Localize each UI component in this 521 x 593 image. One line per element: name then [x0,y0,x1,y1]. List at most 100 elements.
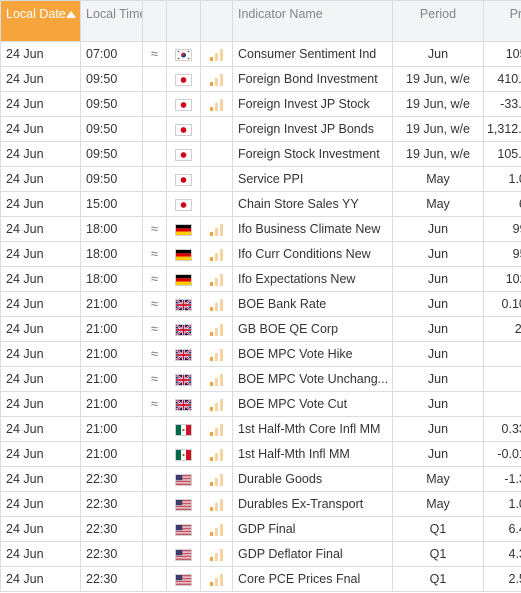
table-row[interactable]: 24 Jun21:00≈ BOE MPC Vote Unchang...Jun9 [0,366,521,392]
table-row[interactable]: 24 Jun 09:50 Foreign Stock Investment 19 Ju… [0,141,521,167]
volatility-icon [142,91,167,117]
column-header-indicator-name[interactable]: Indicator Name [232,0,393,42]
local-date-cell: 24 Jun [0,66,81,92]
importance-cell [200,141,233,167]
importance-cell [200,391,233,417]
volatility-icon: ≈ [142,266,167,292]
local-time-cell: 09:50 [80,91,143,117]
importance-cell [200,66,233,92]
period-cell: Jun [392,316,484,342]
indicator-name-cell[interactable]: Consumer Sentiment Ind [232,41,393,67]
importance-bars-icon [209,373,224,386]
period-cell: May [392,191,484,217]
period-cell: May [392,466,484,492]
table-row[interactable]: 24 Jun21:00≈ BOE Bank RateJun0.10% [0,291,521,317]
local-time-cell: 22:30 [80,466,143,492]
local-date-cell: 24 Jun [0,41,81,67]
indicator-name-cell[interactable]: Durables Ex-Transport [232,491,393,517]
indicator-name-cell[interactable]: Foreign Stock Investment [232,141,393,167]
indicator-name-cell[interactable]: GB BOE QE Corp [232,316,393,342]
indicator-name-cell[interactable]: 1st Half-Mth Infl MM [232,441,393,467]
table-row[interactable]: 24 Jun 09:50 Foreign Invest JP Bonds 19 Jun… [0,116,521,142]
indicator-name-cell[interactable]: Ifo Curr Conditions New [232,241,393,267]
table-row[interactable]: 24 Jun 09:50 Foreign Invest JP Stock 19 Jun… [0,91,521,117]
country-cell [166,491,201,517]
column-header-local-time[interactable]: Local Time [80,0,143,42]
table-header-row: Local Date Local Time Indicator Name Per… [0,0,521,42]
table-row[interactable]: 24 Jun 21:00 1st Half-Mth Core Infl MM Jun 0… [0,416,521,442]
local-time-cell: 18:00 [80,216,143,242]
table-row[interactable]: 24 Jun21:00 1st Half-Mth Infl MMJun-0.01% [0,441,521,467]
gb-flag-icon [175,373,192,386]
country-cell [166,516,201,542]
table-row[interactable]: 24 Jun21:00≈ BOE MPC Vote CutJun0 [0,391,521,417]
importance-bars-icon [209,548,224,561]
table-row[interactable]: 24 Jun09:50 Service PPIMay1.0% [0,166,521,192]
volatility-icon: ≈ [142,216,167,242]
indicator-name-cell[interactable]: Ifo Business Climate New [232,216,393,242]
de-flag-icon [175,223,192,236]
local-time-cell: 22:30 [80,491,143,517]
indicator-name-cell[interactable]: Foreign Invest JP Stock [232,91,393,117]
table-row[interactable]: 24 Jun21:00≈ GB BOE QE CorpJun20B [0,316,521,342]
indicator-name-cell[interactable]: Core PCE Prices Fnal [232,566,393,592]
indicator-name-cell[interactable]: BOE MPC Vote Unchang... [232,366,393,392]
prior-label: Prior [509,7,521,21]
table-row[interactable]: 24 Jun21:00≈ BOE MPC Vote HikeJun0 [0,341,521,367]
table-row[interactable]: 24 Jun22:30 Core PCE Prices FnalQ12.5% [0,566,521,592]
prior-cell: -1.3% [483,466,521,492]
local-date-label: Local Date [6,7,66,21]
indicator-name-cell[interactable]: BOE MPC Vote Hike [232,341,393,367]
table-row[interactable]: 24 Jun22:30 Durables Ex-TransportMay1.0% [0,491,521,517]
us-flag-icon [175,498,192,511]
column-header-period[interactable]: Period [392,0,484,42]
table-row[interactable]: 24 Jun22:30 GDP Deflator FinalQ14.3% [0,541,521,567]
jp-flag-icon [175,173,192,186]
country-cell [166,441,201,467]
indicator-name-cell[interactable]: GDP Final [232,516,393,542]
table-row[interactable]: 24 Jun18:00≈ Ifo Curr Conditions NewJun95… [0,241,521,267]
local-date-cell: 24 Jun [0,541,81,567]
column-header-prior[interactable]: Prior [483,0,521,42]
table-row[interactable]: 24 Jun07:00≈ Consumer Sentiment IndJun105… [0,41,521,67]
country-cell [166,266,201,292]
column-header-local-date[interactable]: Local Date [0,0,81,42]
indicator-name-cell[interactable]: 1st Half-Mth Core Infl MM [232,416,393,442]
indicator-name-cell[interactable]: Ifo Expectations New [232,266,393,292]
importance-cell [200,541,233,567]
table-row[interactable]: 24 Jun22:30 Durable GoodsMay-1.3% [0,466,521,492]
importance-cell [200,366,233,392]
period-cell: Jun [392,241,484,267]
indicator-name-cell[interactable]: GDP Deflator Final [232,541,393,567]
indicator-name-cell[interactable]: Chain Store Sales YY [232,191,393,217]
country-cell [166,566,201,592]
country-cell [166,541,201,567]
local-time-cell: 21:00 [80,416,143,442]
us-flag-icon [175,473,192,486]
de-flag-icon [175,273,192,286]
importance-bars-icon [209,448,224,461]
indicator-name-cell[interactable]: Foreign Bond Investment [232,66,393,92]
column-header-volatility [142,0,167,42]
indicator-name-cell[interactable]: Foreign Invest JP Bonds [232,116,393,142]
table-row[interactable]: 24 Jun18:00≈ Ifo Expectations NewJun102.9 [0,266,521,292]
importance-bars-icon [209,223,224,236]
importance-bars-icon [209,248,224,261]
indicator-name-cell[interactable]: BOE MPC Vote Cut [232,391,393,417]
local-time-cell: 09:50 [80,166,143,192]
indicator-name-cell[interactable]: BOE Bank Rate [232,291,393,317]
gb-flag-icon [175,348,192,361]
sort-ascending-icon[interactable] [66,11,76,18]
table-row[interactable]: 24 Jun 09:50 Foreign Bond Investment 19 Jun… [0,66,521,92]
local-date-cell: 24 Jun [0,366,81,392]
period-cell: Jun [392,266,484,292]
table-row[interactable]: 24 Jun 18:00 ≈ Ifo Business Climate New Jun 9… [0,216,521,242]
volatility-icon: ≈ [142,366,167,392]
table-row[interactable]: 24 Jun22:30 GDP FinalQ16.4% [0,516,521,542]
local-date-cell: 24 Jun [0,316,81,342]
period-cell: May [392,166,484,192]
table-row[interactable]: 24 Jun15:00 Chain Store Sales YYMay6% [0,191,521,217]
indicator-name-cell[interactable]: Service PPI [232,166,393,192]
volatility-icon [142,516,167,542]
indicator-name-cell[interactable]: Durable Goods [232,466,393,492]
